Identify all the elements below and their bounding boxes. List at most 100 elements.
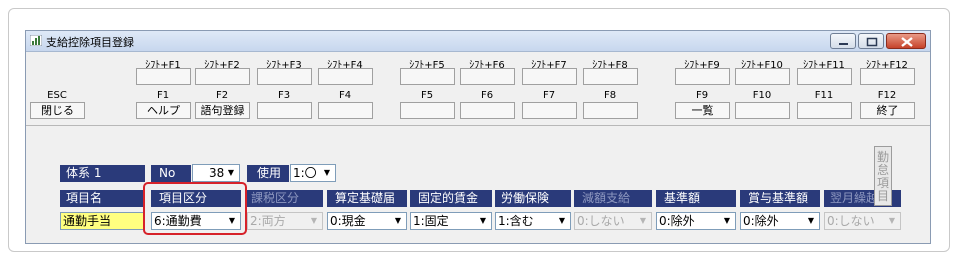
- fkey-f12: ｼﾌﾄ+F12 F12 終了: [858, 52, 916, 124]
- reduced-pay-value: 0:しない: [577, 214, 625, 228]
- f6-button[interactable]: [460, 102, 515, 119]
- bar-chart-icon: [30, 35, 42, 46]
- fkey-f11: ｼﾌﾄ+F11 F11: [795, 52, 853, 124]
- fixed-wage-select[interactable]: 1:固定 ▼: [410, 212, 492, 230]
- chevron-down-icon: ▼: [888, 216, 896, 225]
- fkey-key-label: F7: [542, 90, 556, 101]
- minimize-button[interactable]: [830, 33, 856, 49]
- fkey-key-label: F12: [877, 90, 897, 101]
- title-bar[interactable]: 支給控除項目登録: [26, 31, 930, 52]
- fkey-key-label: F2: [215, 90, 229, 101]
- no-value: 38: [209, 166, 225, 180]
- bonus-base-select[interactable]: 0:除外 ▼: [740, 212, 820, 230]
- f11-button[interactable]: [797, 102, 852, 119]
- header-item-name: 項目名: [60, 190, 145, 207]
- reduced-pay-select: 0:しない ▼: [574, 212, 652, 230]
- no-label: No: [151, 165, 191, 182]
- bonus-base-value: 0:除外: [743, 214, 779, 228]
- fixed-wage-value: 1:固定: [413, 214, 449, 228]
- f8-button[interactable]: [583, 102, 638, 119]
- fkey-f2: ｼﾌﾄ+F2 F2 語句登録: [193, 52, 251, 124]
- fkey-key-label: F10: [752, 90, 772, 101]
- window-title: 支給控除項目登録: [46, 36, 134, 49]
- fkey-f9: ｼﾌﾄ+F9 F9 一覧: [673, 52, 731, 124]
- function-key-bar: ESC 閉じる ｼﾌﾄ+F1 F1 ヘルプ ｼﾌﾄ+F2 F2 語句登録 ｼﾌﾄ…: [26, 52, 930, 124]
- shift-f9-button[interactable]: [675, 68, 730, 85]
- help-button[interactable]: ヘルプ: [136, 102, 191, 119]
- highlight-box: [143, 182, 247, 235]
- item-name-field[interactable]: 通勤手当: [60, 212, 145, 230]
- shift-f3-button[interactable]: [257, 68, 312, 85]
- shift-f2-button[interactable]: [195, 68, 250, 85]
- fkey-key-label: F8: [603, 90, 617, 101]
- chevron-down-icon: ▼: [310, 216, 318, 225]
- chevron-down-icon: ▼: [394, 216, 402, 225]
- list-button[interactable]: 一覧: [675, 102, 730, 119]
- carry-over-select: 0:しない ▼: [824, 212, 901, 230]
- maximize-button[interactable]: [858, 33, 884, 49]
- chevron-down-icon: ▼: [639, 216, 647, 225]
- chevron-down-icon: ▼: [807, 216, 815, 225]
- header-base-amount: 基準額: [656, 190, 736, 207]
- shift-f4-button[interactable]: [318, 68, 373, 85]
- minimize-icon: [839, 43, 848, 45]
- attendance-item-button[interactable]: 勤怠項目: [874, 146, 892, 206]
- shiyou-value: 1:〇: [293, 166, 317, 180]
- fkey-f8: ｼﾌﾄ+F8 F8: [581, 52, 639, 124]
- header-fixed-wage: 固定的賃金: [410, 190, 492, 207]
- shift-f10-button[interactable]: [735, 68, 790, 85]
- fkey-f6: ｼﾌﾄ+F6 F6: [458, 52, 516, 124]
- f7-button[interactable]: [522, 102, 577, 119]
- carry-over-value: 0:しない: [827, 214, 875, 228]
- taikei-label: 体系 1: [60, 165, 145, 182]
- exit-button[interactable]: 終了: [860, 102, 915, 119]
- maximize-icon: [866, 37, 878, 47]
- header-reduced-pay: 減額支給: [574, 190, 652, 207]
- close-icon: [901, 37, 913, 47]
- shiyou-select[interactable]: 1:〇 ▼: [290, 164, 336, 182]
- shift-f8-button[interactable]: [583, 68, 638, 85]
- shift-f7-button[interactable]: [522, 68, 577, 85]
- fkey-key-label: F5: [420, 90, 434, 101]
- shift-f12-button[interactable]: [860, 68, 915, 85]
- toolbar-divider: [26, 125, 930, 126]
- item-name-value: 通勤手当: [63, 214, 112, 228]
- fkey-f4: ｼﾌﾄ+F4 F4: [316, 52, 374, 124]
- attendance-item-label: 勤怠項目: [877, 150, 890, 203]
- shift-f5-button[interactable]: [400, 68, 455, 85]
- header-tax-category: 課税区分: [247, 190, 323, 207]
- f10-button[interactable]: [735, 102, 790, 119]
- chevron-down-icon: ▼: [479, 216, 487, 225]
- shift-f11-button[interactable]: [797, 68, 852, 85]
- fkey-f5: ｼﾌﾄ+F5 F5: [398, 52, 456, 124]
- fkey-key-label: F4: [338, 90, 352, 101]
- shift-f6-button[interactable]: [460, 68, 515, 85]
- santei-select[interactable]: 0:現金 ▼: [327, 212, 407, 230]
- no-select[interactable]: 38 ▼: [192, 164, 240, 182]
- close-button-esc[interactable]: 閉じる: [30, 102, 85, 119]
- header-labor-insurance: 労働保険: [495, 190, 571, 207]
- f5-button[interactable]: [400, 102, 455, 119]
- fkey-f10: ｼﾌﾄ+F10 F10: [733, 52, 791, 124]
- fkey-key-label: F6: [480, 90, 494, 101]
- tax-category-select: 2:両方 ▼: [247, 212, 323, 230]
- chevron-down-icon: ▼: [227, 168, 235, 177]
- chevron-down-icon: ▼: [723, 216, 731, 225]
- fkey-key-label: F11: [814, 90, 834, 101]
- fkey-esc: ESC 閉じる: [28, 52, 86, 124]
- phrase-register-button[interactable]: 語句登録: [195, 102, 250, 119]
- labor-insurance-select[interactable]: 1:含む ▼: [495, 212, 571, 230]
- fkey-f7: ｼﾌﾄ+F7 F7: [520, 52, 578, 124]
- fkey-key-label: F3: [277, 90, 291, 101]
- fkey-key-label: F1: [156, 90, 170, 101]
- fkey-f3: ｼﾌﾄ+F3 F3: [255, 52, 313, 124]
- close-button[interactable]: [886, 33, 926, 49]
- f4-button[interactable]: [318, 102, 373, 119]
- base-amount-select[interactable]: 0:除外 ▼: [656, 212, 736, 230]
- shift-f1-button[interactable]: [136, 68, 191, 85]
- labor-insurance-value: 1:含む: [498, 214, 534, 228]
- header-bonus-base: 賞与基準額: [740, 190, 820, 207]
- tax-category-value: 2:両方: [250, 214, 286, 228]
- f3-button[interactable]: [257, 102, 312, 119]
- base-amount-value: 0:除外: [659, 214, 695, 228]
